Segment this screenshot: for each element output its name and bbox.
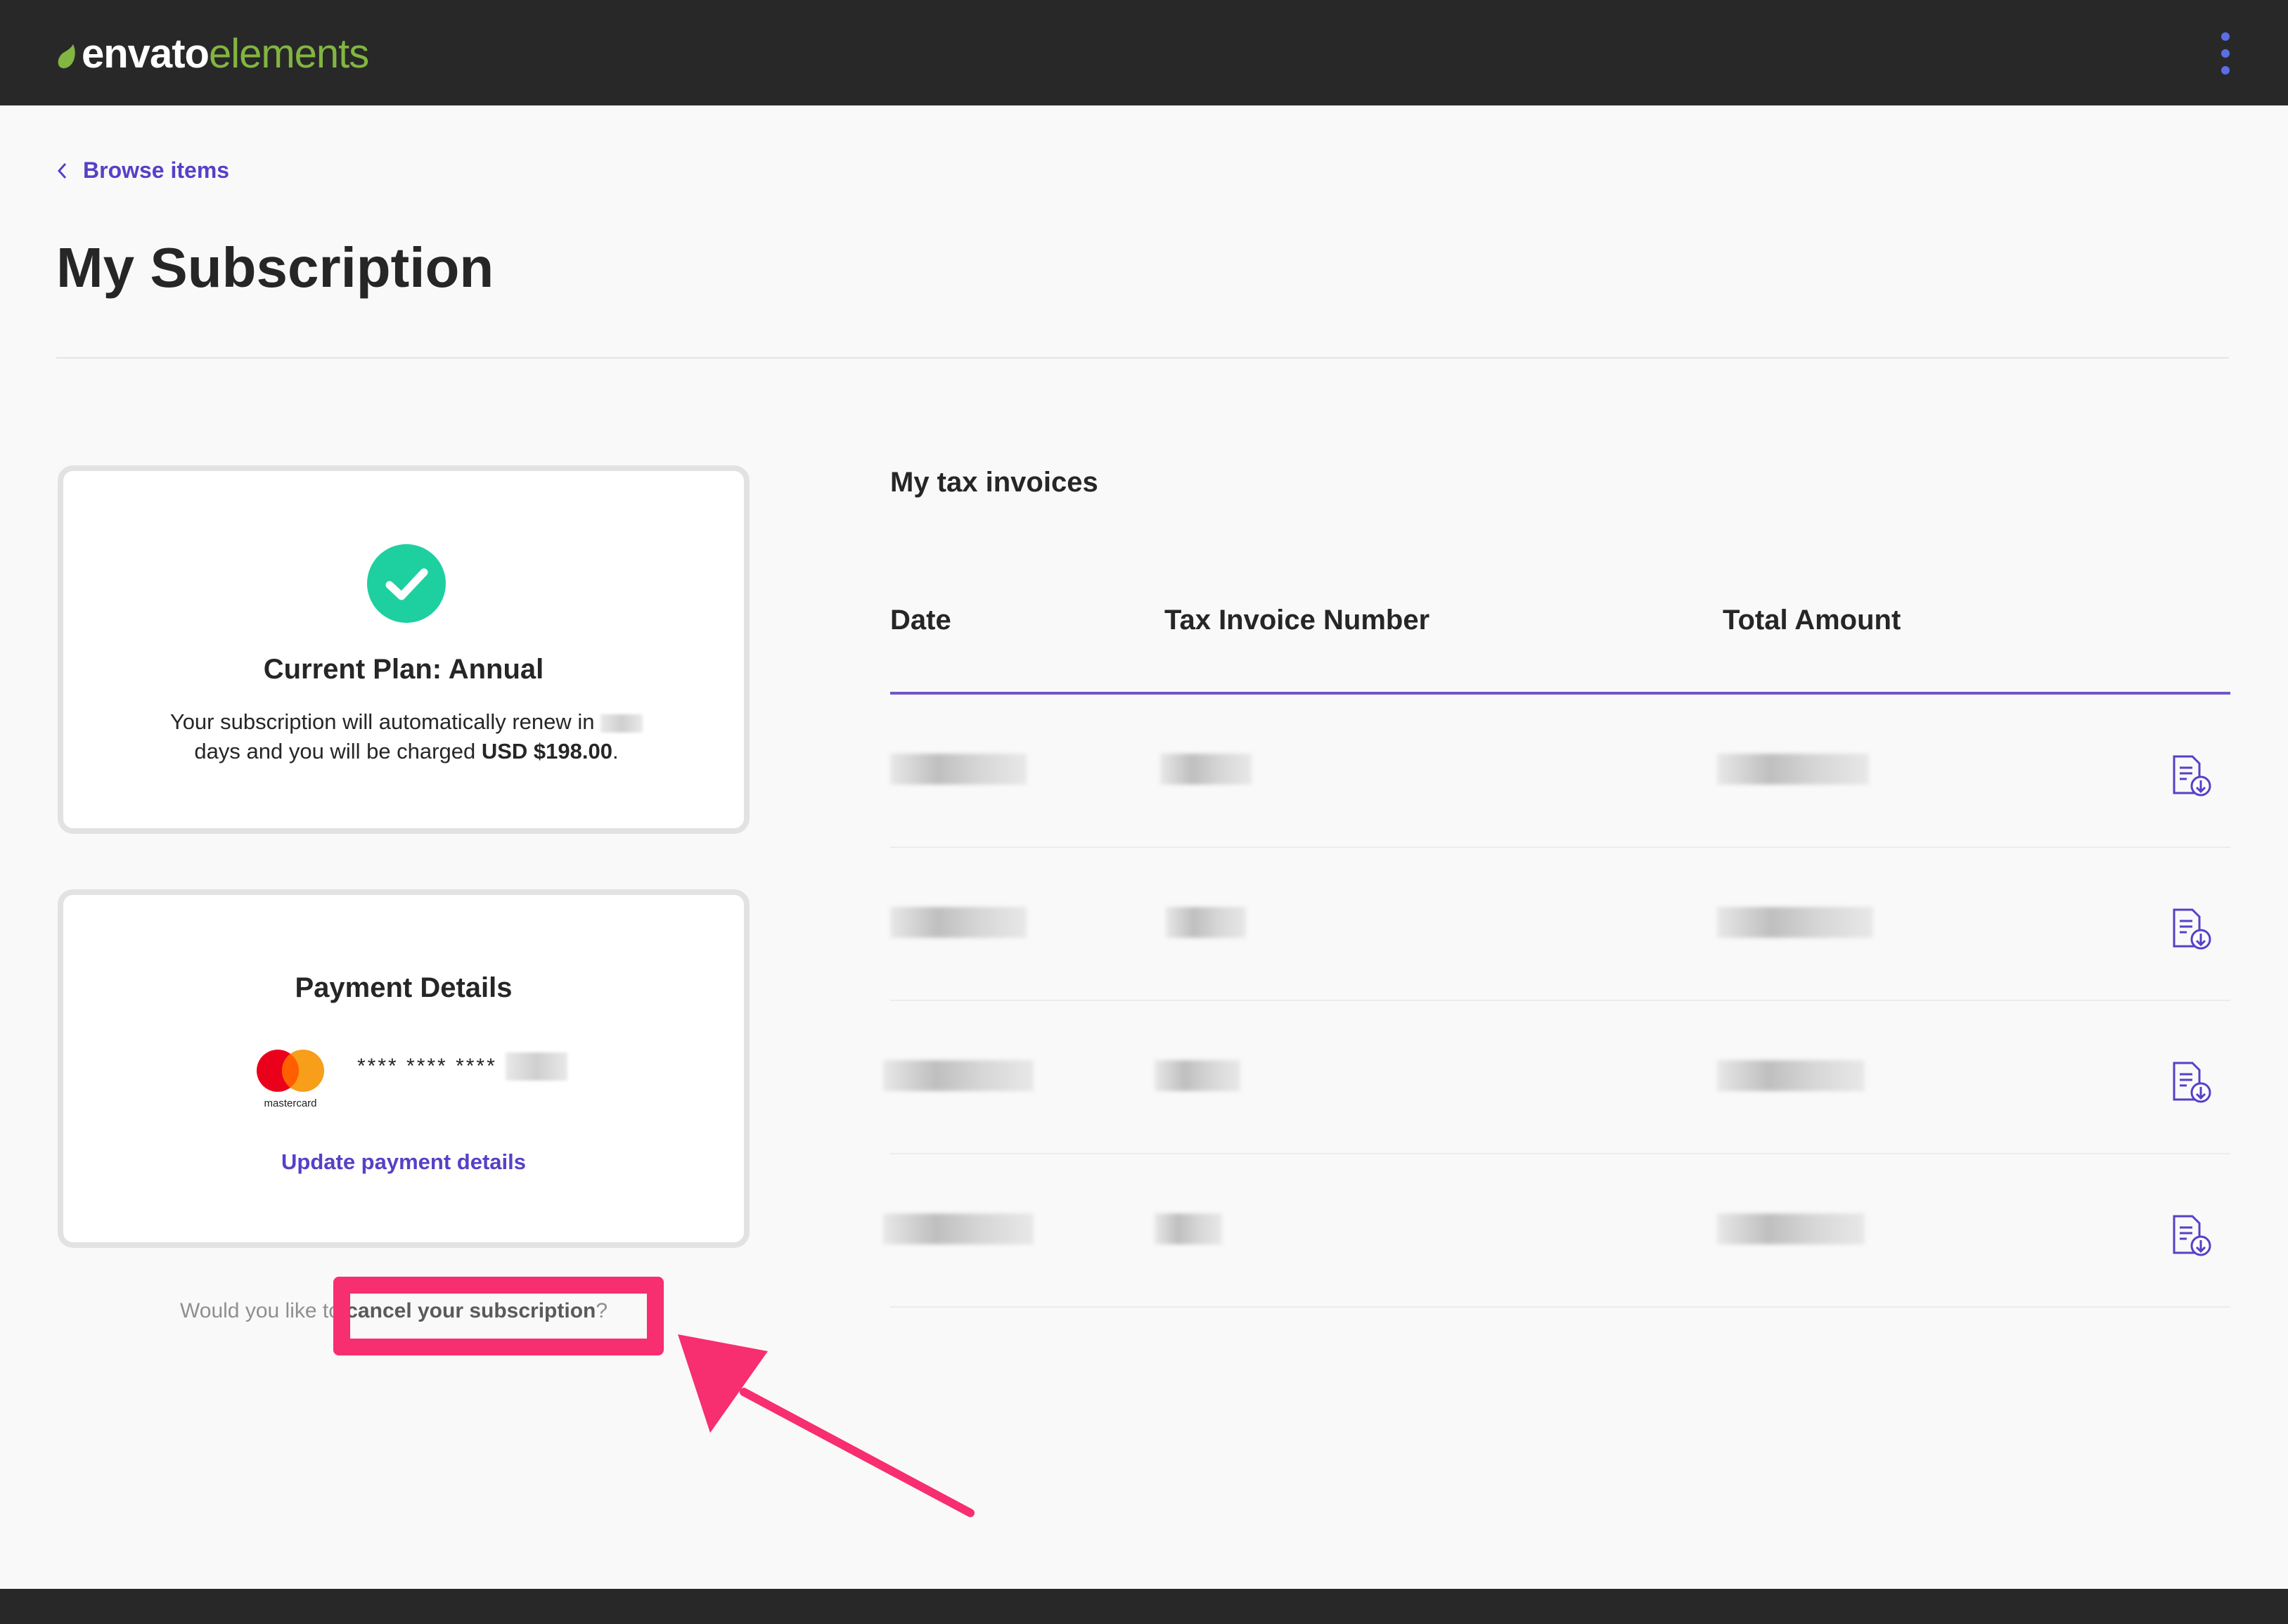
download-invoice-icon[interactable] xyxy=(2168,754,2213,799)
renewal-text-end: . xyxy=(612,739,619,763)
redacted-amount xyxy=(1717,1060,1865,1091)
kebab-menu-icon[interactable] xyxy=(2215,32,2236,75)
logo-text-envato: envato xyxy=(82,30,210,77)
redacted-invoice-number xyxy=(1155,1060,1240,1091)
tax-invoices-title: My tax invoices xyxy=(890,467,1098,498)
mastercard-label: mastercard xyxy=(264,1097,317,1109)
logo-text-elements: elements xyxy=(208,30,369,77)
renewal-text-2: days and you will be charged xyxy=(194,739,476,763)
check-circle-icon xyxy=(367,544,446,623)
annotation-highlight-box xyxy=(333,1277,664,1355)
top-bar: envato elements xyxy=(0,0,2288,105)
download-invoice-icon[interactable] xyxy=(2168,1060,2213,1105)
column-header-total-amount[interactable]: Total Amount xyxy=(1723,605,1901,636)
payment-details-card: Payment Details mastercard **** **** ***… xyxy=(58,889,750,1248)
redacted-amount xyxy=(1717,754,1869,785)
update-payment-details-link[interactable]: Update payment details xyxy=(63,1149,744,1175)
download-invoice-icon[interactable] xyxy=(2168,907,2213,952)
redacted-invoice-number xyxy=(1160,754,1252,785)
invoice-row xyxy=(890,848,2230,1001)
browse-items-label: Browse items xyxy=(83,157,230,183)
redacted-date xyxy=(890,907,1027,938)
current-plan-card: Current Plan: Annual Your subscription w… xyxy=(58,465,750,834)
renewal-text-1: Your subscription will automatically ren… xyxy=(169,709,595,734)
invoice-row xyxy=(883,1154,2230,1308)
redacted-amount xyxy=(1717,907,1873,938)
envato-elements-logo[interactable]: envato elements xyxy=(56,25,369,82)
redacted-card-digits xyxy=(505,1052,567,1081)
download-invoice-icon[interactable] xyxy=(2168,1213,2213,1258)
plan-renewal-description: Your subscription will automatically ren… xyxy=(148,707,665,766)
payment-details-title: Payment Details xyxy=(295,972,513,1003)
redacted-date xyxy=(890,754,1027,785)
renewal-amount: USD $198.00 xyxy=(481,739,612,763)
redacted-date xyxy=(883,1060,1034,1091)
invoice-row xyxy=(883,1001,2230,1154)
card-mask-text: **** **** **** xyxy=(357,1055,497,1078)
redacted-days xyxy=(600,714,643,733)
redacted-invoice-number xyxy=(1166,907,1246,938)
chevron-left-icon xyxy=(57,162,67,179)
browse-items-link[interactable]: Browse items xyxy=(56,157,229,183)
redacted-invoice-number xyxy=(1155,1213,1222,1244)
current-plan-title: Current Plan: Annual xyxy=(263,654,544,685)
masked-card-number: **** **** **** xyxy=(357,1052,567,1081)
annotation-arrow-icon xyxy=(678,1334,975,1517)
cancel-prefix: Would you like to xyxy=(180,1299,340,1322)
page-title: My Subscription xyxy=(56,236,494,299)
column-header-invoice-number[interactable]: Tax Invoice Number xyxy=(1164,605,1429,636)
redacted-date xyxy=(883,1213,1034,1244)
title-divider xyxy=(56,357,2229,359)
invoice-row xyxy=(890,695,2230,848)
leaf-icon xyxy=(58,44,75,69)
redacted-amount xyxy=(1717,1213,1865,1244)
mastercard-icon: mastercard xyxy=(252,1047,329,1110)
column-header-date[interactable]: Date xyxy=(890,605,951,636)
footer-bar xyxy=(0,1589,2288,1624)
